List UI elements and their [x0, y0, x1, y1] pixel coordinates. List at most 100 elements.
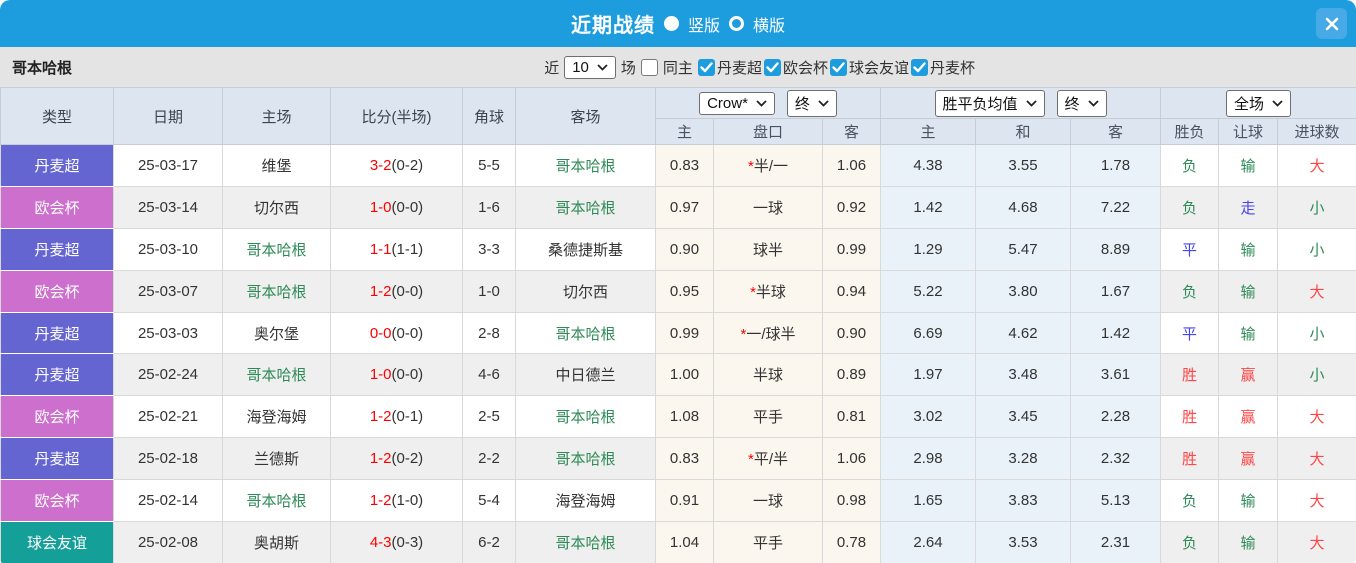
league-checkbox[interactable] [910, 58, 928, 76]
avg-away-cell: 1.67 [1070, 269, 1162, 313]
home-team-cell: 维堡 [222, 144, 331, 187]
vertical-layout-label[interactable]: 竖版 [688, 12, 720, 36]
league-checkbox-label[interactable]: 欧会杯 [783, 57, 828, 78]
filter-controls: 近 10 场 同主 丹麦超 欧会杯 球会友谊 丹麦杯 [544, 55, 975, 79]
subheader-result: 胜负 [1160, 118, 1220, 145]
odds-away-cell: 0.94 [821, 269, 882, 313]
corner-cell: 2-2 [462, 437, 516, 481]
league-checkbox-label[interactable]: 丹麦杯 [930, 57, 975, 78]
odds-home-cell: 0.91 [655, 479, 714, 523]
score-cell: 1-1(1-1) [330, 227, 463, 271]
subheader-odds-away: 客 [821, 118, 882, 145]
chevron-down-icon [818, 99, 829, 107]
handicap-result-cell: 输 [1218, 269, 1279, 313]
goals-cell: 小 [1277, 185, 1356, 229]
odds-company-select[interactable]: Crow* [699, 91, 775, 115]
avg-draw-cell: 3.45 [975, 395, 1072, 439]
home-team-cell: 哥本哈根 [222, 269, 331, 313]
results-table: 类型 日期 主场 比分(半场) 角球 客场 Crow* 终 胜平负均值 终 全场… [0, 87, 1356, 563]
header-type: 类型 [0, 87, 114, 145]
result-cell: 负 [1160, 185, 1220, 229]
result-cell: 负 [1160, 479, 1220, 523]
league-checkbox-label[interactable]: 丹麦超 [717, 57, 762, 78]
subheader-avg-away: 客 [1070, 118, 1162, 145]
date-cell: 25-03-03 [113, 311, 223, 355]
league-badge: 欧会杯 [0, 185, 114, 229]
avg-away-cell: 1.78 [1070, 144, 1162, 187]
team-name: 哥本哈根 [12, 59, 73, 77]
league-badge: 欧会杯 [0, 395, 114, 439]
avg-type-select[interactable]: 胜平负均值 [934, 89, 1045, 117]
horizontal-layout-radio[interactable] [729, 16, 744, 31]
away-team-cell: 哥本哈根 [515, 185, 656, 229]
same-home-label[interactable]: 同主 [663, 57, 693, 78]
avg-home-cell: 1.29 [880, 227, 977, 271]
date-cell: 25-02-14 [113, 479, 223, 523]
result-cell: 平 [1160, 311, 1220, 355]
avg-away-cell: 2.31 [1070, 521, 1162, 563]
horizontal-layout-label[interactable]: 横版 [753, 12, 785, 36]
result-cell: 胜 [1160, 437, 1220, 481]
subheader-avg-draw: 和 [975, 118, 1072, 145]
avg-draw-cell: 3.80 [975, 269, 1072, 313]
result-group-header: 全场 [1160, 87, 1356, 119]
match-count-value: 10 [572, 58, 589, 76]
handicap-result-cell: 输 [1218, 521, 1279, 563]
score-cell: 1-0(0-0) [330, 353, 463, 397]
close-button[interactable] [1316, 8, 1347, 39]
league-checkbox[interactable] [829, 58, 847, 76]
odds-away-cell: 0.81 [821, 395, 882, 439]
odds-home-cell: 0.83 [655, 144, 714, 187]
recent-results-dialog: 近期战绩 竖版 横版 哥本哈根 近 10 场 同主 丹麦超 欧会杯 球会友谊 丹麦杯 [0, 0, 1356, 563]
subheader-avg-home: 主 [880, 118, 977, 145]
home-team-cell: 哥本哈根 [222, 479, 331, 523]
score-cell: 1-2(0-2) [330, 437, 463, 481]
home-team-cell: 奥尔堡 [222, 311, 331, 355]
table-row: 丹麦超 25-03-17 维堡 3-2(0-2) 5-5 哥本哈根 0.83 *… [0, 144, 1356, 187]
score-cell: 1-2(0-1) [330, 395, 463, 439]
league-checkbox-label[interactable]: 球会友谊 [849, 57, 909, 78]
corner-cell: 2-5 [462, 395, 516, 439]
odds-away-cell: 0.78 [821, 521, 882, 563]
goals-cell: 大 [1277, 269, 1356, 313]
goals-cell: 大 [1277, 437, 1356, 481]
fulltime-value: 全场 [1234, 95, 1265, 113]
subheader-goals: 进球数 [1277, 118, 1356, 145]
league-checkbox[interactable] [763, 58, 781, 76]
odds-time-value: 终 [794, 95, 810, 113]
subheader-odds-home: 主 [655, 118, 714, 145]
avg-group-header: 胜平负均值 终 [880, 87, 1162, 119]
table-row: 欧会杯 25-02-14 哥本哈根 1-2(1-0) 5-4 海登海姆 0.91… [0, 479, 1356, 523]
avg-home-cell: 4.38 [880, 144, 977, 187]
table-row: 球会友谊 25-02-08 奥胡斯 4-3(0-3) 6-2 哥本哈根 1.04… [0, 521, 1356, 563]
league-filters: 丹麦超 欧会杯 球会友谊 丹麦杯 [697, 57, 975, 78]
odds-home-cell: 0.90 [655, 227, 714, 271]
league-checkbox[interactable] [697, 58, 715, 76]
date-cell: 25-03-07 [113, 269, 223, 313]
chevron-down-icon [756, 99, 767, 107]
corner-cell: 1-0 [462, 269, 516, 313]
handicap-result-cell: 走 [1218, 185, 1279, 229]
odds-away-cell: 1.06 [821, 437, 882, 481]
avg-away-cell: 5.13 [1070, 479, 1162, 523]
goals-cell: 大 [1277, 479, 1356, 523]
same-home-checkbox[interactable] [640, 58, 658, 76]
match-count-select[interactable]: 10 [564, 55, 616, 79]
avg-draw-cell: 3.28 [975, 437, 1072, 481]
corner-cell: 2-8 [462, 311, 516, 355]
avg-time-select[interactable]: 终 [1056, 89, 1107, 117]
goals-cell: 小 [1277, 227, 1356, 271]
vertical-layout-radio[interactable] [663, 16, 679, 31]
fulltime-select[interactable]: 全场 [1226, 89, 1292, 117]
odds-home-cell: 1.00 [655, 353, 714, 397]
avg-home-cell: 1.42 [880, 185, 977, 229]
handicap-cell: 半球 [713, 353, 823, 397]
home-team-cell: 兰德斯 [222, 437, 331, 481]
avg-home-cell: 1.97 [880, 353, 977, 397]
odds-time-select[interactable]: 终 [786, 89, 837, 117]
score-cell: 4-3(0-3) [330, 521, 463, 563]
table-row: 丹麦超 25-03-10 哥本哈根 1-1(1-1) 3-3 桑德捷斯基 0.9… [0, 227, 1356, 271]
date-cell: 25-02-08 [113, 521, 223, 563]
odds-home-cell: 0.95 [655, 269, 714, 313]
avg-draw-cell: 4.62 [975, 311, 1072, 355]
